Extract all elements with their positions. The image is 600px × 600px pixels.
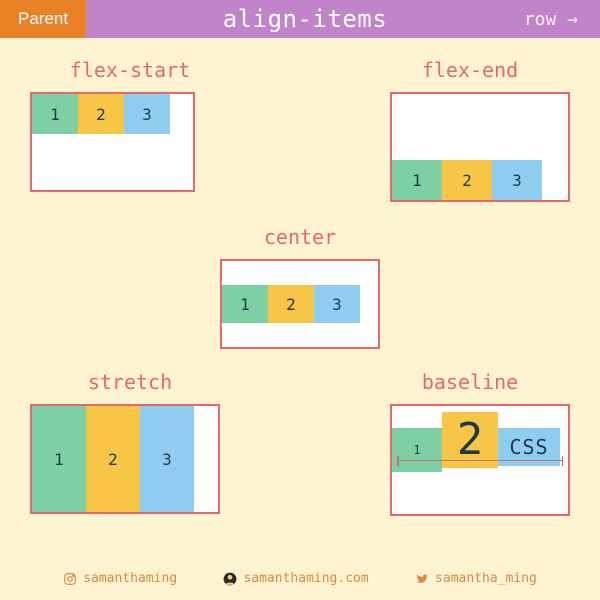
flex-item: 1 — [392, 160, 442, 200]
social-instagram: samanthaming — [63, 571, 177, 586]
header: Parent align-items row → — [0, 0, 600, 38]
instagram-icon — [63, 572, 77, 586]
flex-container: 1 2 CSS — [390, 404, 570, 516]
flex-item: 3 — [124, 94, 170, 134]
demo-flex-end: flex-end 1 2 3 — [370, 58, 570, 202]
demo-label: flex-end — [370, 58, 570, 82]
flex-item: 1 — [222, 285, 268, 323]
footer: samanthaming samanthaming.com samantha_m… — [0, 571, 600, 586]
demo-label: flex-start — [30, 58, 230, 82]
flex-item: 2 — [442, 160, 492, 200]
twitter-icon — [415, 572, 429, 586]
flex-item: 3 — [314, 285, 360, 323]
header-bar: align-items row → — [86, 0, 600, 38]
flex-item: 3 — [140, 406, 194, 512]
social-twitter: samantha_ming — [415, 571, 537, 586]
flex-container: 1 2 3 — [30, 404, 220, 514]
avatar-icon — [223, 572, 237, 586]
flex-item: 1 — [32, 94, 78, 134]
flex-container: 1 2 3 — [220, 259, 380, 349]
parent-badge: Parent — [0, 0, 86, 38]
flex-item: 1 — [32, 406, 86, 512]
flex-item: 2 — [78, 94, 124, 134]
flex-item: 3 — [492, 160, 542, 200]
flex-container: 1 2 3 — [390, 92, 570, 202]
demo-center: center 1 2 3 — [220, 225, 380, 349]
social-handle: samanthaming — [83, 571, 177, 586]
demo-label: baseline — [370, 370, 570, 394]
page-title: align-items — [86, 5, 524, 33]
social-website: samanthaming.com — [223, 571, 368, 586]
flex-item: 2 — [268, 285, 314, 323]
direction-label: row → — [524, 9, 578, 30]
demo-label: stretch — [30, 370, 230, 394]
demo-baseline: baseline 1 2 CSS — [370, 370, 570, 516]
social-handle: samantha_ming — [435, 571, 537, 586]
flex-container: 1 2 3 — [30, 92, 195, 192]
social-handle: samanthaming.com — [243, 571, 368, 586]
flex-item: 2 — [86, 406, 140, 512]
baseline-rule — [397, 460, 563, 461]
flex-item: 1 — [392, 428, 442, 472]
demo-stretch: stretch 1 2 3 — [30, 370, 230, 514]
demo-label: center — [220, 225, 380, 249]
demo-flex-start: flex-start 1 2 3 — [30, 58, 230, 192]
